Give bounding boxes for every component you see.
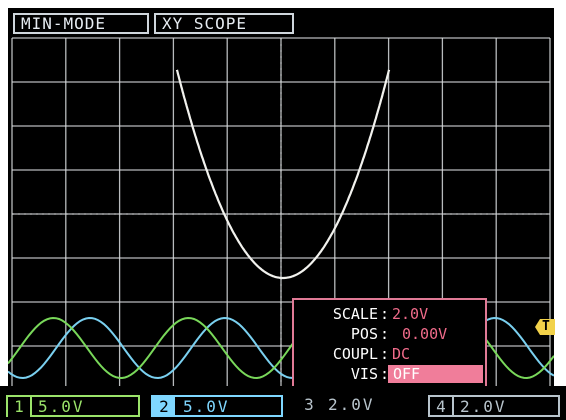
position-value: 0.00V xyxy=(402,325,448,343)
channel-2-number: 2 xyxy=(153,397,175,417)
scale-label: SCALE xyxy=(332,305,378,323)
channel-3-scale: 2.0V xyxy=(328,395,375,414)
scope-mode-label[interactable]: XY SCOPE xyxy=(154,13,294,34)
position-label: POS xyxy=(350,325,378,343)
channel-1-button[interactable]: 1 5.0V xyxy=(6,395,140,417)
mode-label[interactable]: MIN-MODE xyxy=(13,13,149,34)
coupling-value: DC xyxy=(392,345,411,363)
channel-2-scale: 5.0V xyxy=(183,397,230,416)
scope-screen: MIN-MODE XY SCOPE SCALE : 2.0V POS : 0.0… xyxy=(8,8,554,420)
visibility-value[interactable]: OFF xyxy=(388,365,483,383)
xy-lissajous-trace xyxy=(175,69,391,280)
channel-1-number: 1 xyxy=(8,397,32,417)
channel-settings-panel: SCALE : 2.0V POS : 0.00V COUPL : DC VIS … xyxy=(292,298,487,388)
channel-bar: 1 5.0V 2 5.0V 3 2.0V 4 2.0V xyxy=(0,386,566,420)
coupling-label: COUPL xyxy=(332,345,378,363)
channel-4-scale: 2.0V xyxy=(460,397,507,416)
trigger-label: T xyxy=(542,319,550,334)
channel-2-button[interactable]: 2 5.0V xyxy=(151,395,283,417)
visibility-label: VIS xyxy=(350,365,378,383)
channel-3-number: 3 xyxy=(304,395,314,414)
channel-3-button[interactable]: 3 2.0V xyxy=(298,395,418,417)
trigger-marker[interactable]: T xyxy=(535,318,555,336)
channel-4-button[interactable]: 4 2.0V xyxy=(428,395,560,417)
scale-value: 2.0V xyxy=(392,305,429,323)
channel-4-number: 4 xyxy=(430,397,454,417)
channel-1-scale: 5.0V xyxy=(38,397,85,416)
